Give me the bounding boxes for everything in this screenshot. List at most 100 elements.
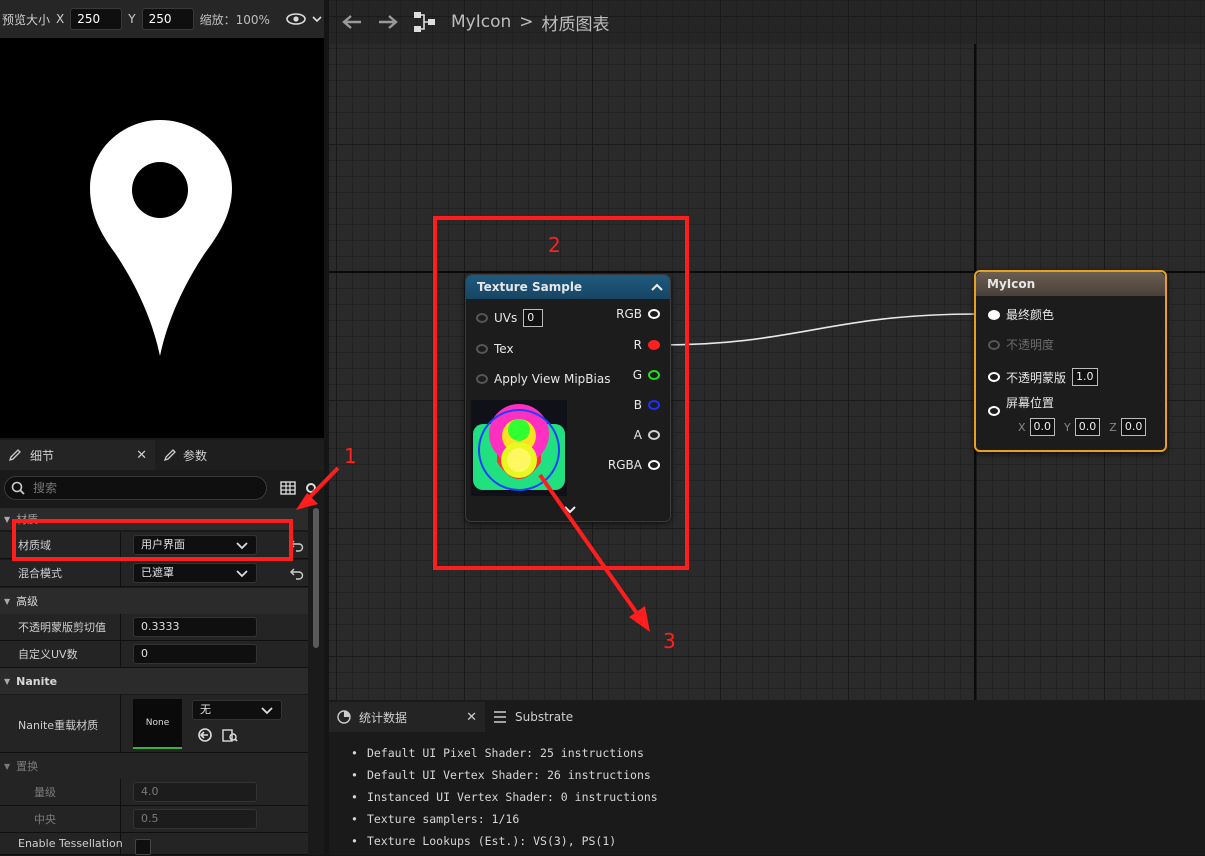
final-color-label: 最终颜色 [1006, 308, 1055, 322]
nanite-override-value: 无 [200, 703, 211, 716]
input-pin[interactable] [988, 339, 1000, 350]
stats-list: Default UI Pixel Shader: 25 instructions… [351, 746, 658, 856]
grid-view-icon[interactable] [280, 481, 296, 495]
screen-x-label: X [1018, 420, 1026, 434]
preview-toolbar: 预览大小 X 250 Y 250 缩放：100% [0, 0, 324, 38]
column-divider [120, 641, 121, 667]
stats-tab-bar: 统计数据 ✕ Substrate [329, 702, 581, 732]
reset-arrow-icon[interactable] [290, 566, 304, 580]
map-pin-icon [90, 120, 232, 356]
tab-substrate[interactable]: Substrate [485, 702, 581, 732]
chevron-down-icon [236, 570, 248, 578]
nanite-override-label: Nanite重载材质 [18, 719, 99, 732]
property-opacity-mask-clip: 不透明蒙版剪切值 0.3333 [0, 614, 308, 641]
annotation-box-material-domain [12, 519, 293, 561]
opacity-mask-clip-input[interactable]: 0.3333 [133, 617, 257, 637]
tab-substrate-label: Substrate [515, 710, 574, 724]
property-tessellation: Enable Tessellation [0, 833, 308, 855]
column-divider [120, 560, 121, 586]
gear-icon[interactable] [304, 481, 318, 495]
search-input[interactable] [33, 481, 253, 495]
material-result-node-header[interactable]: MyIcon [976, 272, 1165, 296]
category-advanced-label: 高级 [16, 595, 39, 608]
list-item: Texture samplers: 1/16 [351, 812, 658, 834]
stat-text: Default UI Pixel Shader: 25 instructions [366, 746, 644, 760]
nanite-material-thumbnail[interactable]: None [133, 699, 182, 749]
collapse-arrow-icon: ▼ [4, 761, 11, 771]
left-panel: 预览大小 X 250 Y 250 缩放：100% 细节 ✕ 参数 搜索 ▼ 材质… [0, 0, 324, 855]
browse-asset-icon[interactable] [222, 727, 238, 743]
screen-position-fields: X 0.0 Y 0.0 Z 0.0 [1018, 418, 1147, 436]
column-divider [120, 779, 121, 805]
category-nanite[interactable]: ▼ Nanite [0, 668, 308, 694]
details-scrollbar[interactable] [313, 508, 319, 648]
list-item: Default UI Pixel Shader: 25 instructions [351, 746, 658, 768]
column-divider [120, 695, 121, 752]
input-pin[interactable] [988, 372, 1000, 382]
y-label: Y [128, 12, 136, 26]
column-divider [120, 614, 121, 640]
preview-y-input[interactable]: 250 [141, 8, 194, 30]
blend-mode-dropdown[interactable]: 已遮罩 [133, 563, 257, 583]
screen-z-value[interactable]: 0.0 [1120, 418, 1147, 436]
tab-parameters-label: 参数 [183, 448, 208, 463]
eye-icon[interactable] [286, 13, 322, 25]
collapse-arrow-icon: ▼ [4, 676, 11, 686]
custom-uvs-input[interactable]: 0 [133, 644, 257, 664]
preview-x-input[interactable]: 250 [70, 8, 123, 30]
property-blend-mode: 混合模式 已遮罩 [0, 560, 308, 587]
nanite-override-dropdown[interactable]: 无 [192, 700, 282, 720]
tab-stats[interactable]: 统计数据 ✕ [329, 702, 485, 732]
input-opacity-mask[interactable]: 不透明蒙版 1.0 [988, 368, 1098, 386]
input-opacity[interactable]: 不透明度 [988, 336, 1054, 353]
use-selected-asset-icon[interactable] [197, 727, 213, 743]
tab-details-label: 细节 [30, 448, 55, 463]
custom-uvs-label: 自定义UV数 [18, 648, 78, 661]
annotation-number-2: 2 [548, 233, 561, 257]
input-pin[interactable] [988, 309, 1000, 320]
screen-y-value[interactable]: 0.0 [1074, 418, 1101, 436]
list-item: Instanced UI Vertex Shader: 0 instructio… [351, 790, 658, 812]
category-displacement[interactable]: ▼ 置换 [0, 753, 308, 779]
list-icon [494, 711, 506, 723]
annotation-number-1: 1 [344, 444, 357, 468]
list-item: Default UI Vertex Shader: 26 instruction… [351, 768, 658, 790]
close-icon[interactable]: ✕ [136, 448, 147, 463]
preview-viewport[interactable] [0, 38, 324, 438]
search-box[interactable] [4, 476, 267, 500]
tab-details[interactable]: 细节 ✕ [0, 440, 155, 470]
zoom-label: 缩放：100% [199, 12, 270, 27]
screen-x-value[interactable]: 0.0 [1029, 418, 1056, 436]
screen-position-label: 屏幕位置 [1006, 396, 1055, 410]
stats-icon [337, 710, 351, 724]
column-divider [120, 806, 121, 832]
collapse-arrow-icon: ▼ [4, 596, 11, 606]
input-screen-position[interactable]: 屏幕位置 [988, 396, 1054, 419]
thumbnail-none-label: None [145, 718, 170, 728]
preview-size-label: 预览大小 [2, 12, 51, 27]
x-label: X [56, 12, 65, 26]
material-result-node[interactable]: MyIcon 最终颜色 不透明度 不透明蒙版 1.0 屏幕位置 X 0.0 Y … [974, 270, 1167, 452]
chevron-down-icon [261, 707, 273, 715]
input-final-color[interactable]: 最终颜色 [988, 306, 1054, 323]
property-magnitude: 量级 4.0 [0, 779, 308, 806]
details-tab-bar: 细节 ✕ 参数 [0, 440, 324, 470]
opacity-mask-value-box[interactable]: 1.0 [1072, 368, 1098, 386]
screen-z-label: Z [1109, 420, 1117, 434]
property-nanite-override: Nanite重载材质 None 无 [0, 695, 308, 753]
list-item: Texture Lookups (Est.): VS(3), PS(1) [351, 834, 658, 856]
tab-parameters[interactable]: 参数 [155, 440, 215, 470]
blend-mode-label: 混合模式 [18, 567, 62, 580]
opacity-mask-label: 不透明蒙版 [1006, 370, 1067, 385]
magnitude-input[interactable]: 4.0 [133, 782, 257, 802]
center-input[interactable]: 0.5 [133, 809, 257, 829]
stat-text: Texture Lookups (Est.): VS(3), PS(1) [366, 834, 617, 848]
tessellation-label: Enable Tessellation [18, 837, 123, 850]
close-icon[interactable]: ✕ [466, 710, 477, 725]
input-pin[interactable] [988, 405, 1000, 416]
pencil-icon [8, 449, 21, 462]
center-label: 中央 [34, 813, 56, 826]
category-advanced[interactable]: ▼ 高级 [0, 588, 308, 614]
tessellation-checkbox[interactable] [135, 839, 151, 855]
stat-text: Default UI Vertex Shader: 26 instruction… [366, 768, 651, 782]
